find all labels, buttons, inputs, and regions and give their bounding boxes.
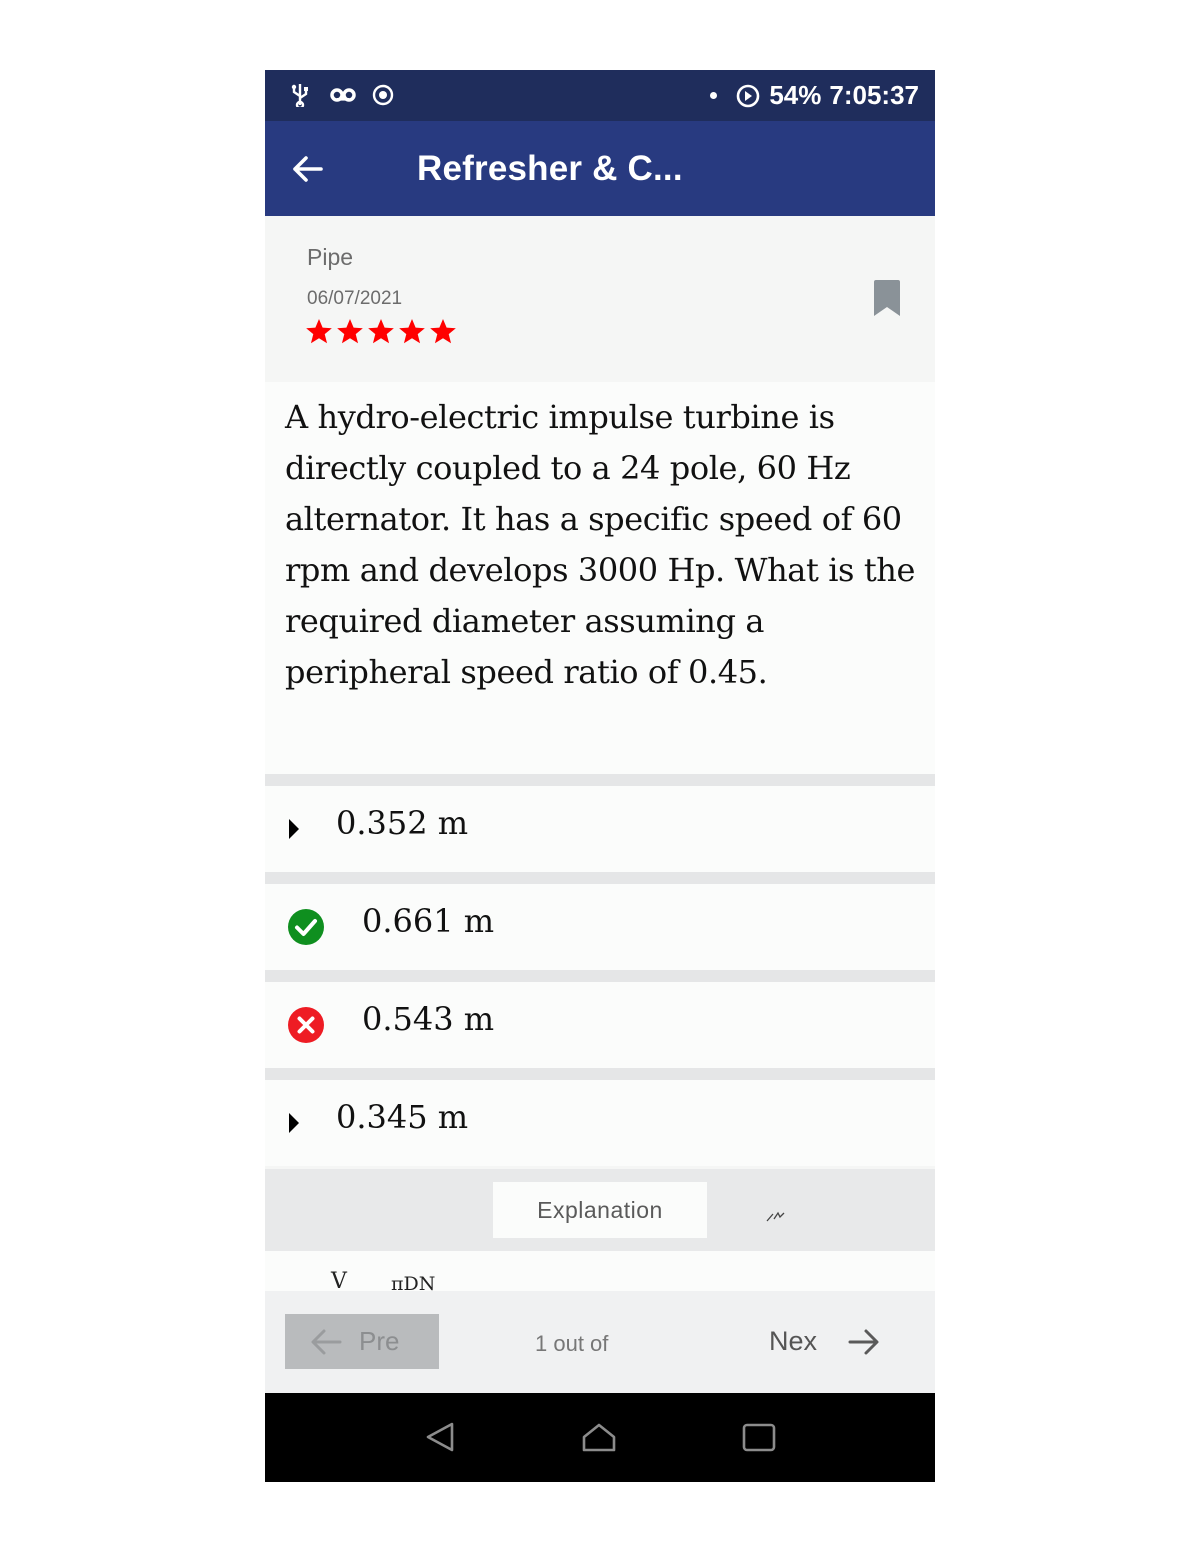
clock: 7:05:37 xyxy=(829,80,919,110)
x-circle-icon xyxy=(288,1007,324,1043)
formula-v: V xyxy=(331,1269,347,1291)
option-divider xyxy=(265,970,935,982)
question-card: A hydro-electric impulse turbine is dire… xyxy=(265,382,935,774)
star-icon xyxy=(430,319,456,344)
caret-right-icon xyxy=(289,819,299,839)
option-3[interactable]: 0.543 m xyxy=(265,982,935,1068)
option-2[interactable]: 0.661 m xyxy=(265,884,935,970)
question-meta: Pipe 06/07/2021 xyxy=(265,216,935,382)
page-counter: 1 out of xyxy=(535,1331,609,1356)
question-pager: Pre 1 out of Nex xyxy=(265,1291,935,1393)
pen-scribble-icon xyxy=(766,1211,785,1222)
phone-screen: 54% 7:05:37 Refresher & C... Pipe 06/07/… xyxy=(265,70,935,1482)
question-date: 06/07/2021 xyxy=(307,288,403,309)
back-arrow-icon[interactable] xyxy=(287,149,327,189)
option-1[interactable]: 0.352 m xyxy=(265,786,935,872)
nav-home-icon[interactable] xyxy=(581,1421,617,1453)
option-divider xyxy=(265,1068,935,1080)
check-circle-icon xyxy=(288,909,324,945)
option-divider xyxy=(265,774,935,786)
battery-percent: 54% xyxy=(769,80,822,110)
nav-back-icon[interactable] xyxy=(423,1421,459,1453)
page-title: Refresher & C... xyxy=(417,149,683,188)
previous-label: Pre xyxy=(359,1326,400,1356)
caret-right-icon xyxy=(289,1113,299,1133)
bookmark-icon[interactable] xyxy=(873,280,901,316)
option-2-text: 0.661 m xyxy=(362,902,495,940)
arrow-right-icon xyxy=(848,1329,879,1354)
explanation-strip: Explanation xyxy=(265,1169,935,1251)
status-right: 54% 7:05:37 xyxy=(710,70,919,121)
previous-button[interactable]: Pre xyxy=(285,1314,439,1369)
next-label: Nex xyxy=(769,1326,818,1356)
nav-recents-icon[interactable] xyxy=(741,1421,777,1453)
explanation-button[interactable]: Explanation xyxy=(493,1182,707,1238)
data-saver-icon xyxy=(737,84,760,107)
option-4-text: 0.345 m xyxy=(336,1098,469,1136)
star-icon xyxy=(306,319,332,344)
record-icon xyxy=(372,84,394,106)
option-1-text: 0.352 m xyxy=(336,804,469,842)
formula-pidn: πDN xyxy=(391,1273,436,1291)
next-button[interactable]: Nex xyxy=(753,1314,903,1369)
status-bar: 54% 7:05:37 xyxy=(265,70,935,121)
subject-label: Pipe xyxy=(307,244,354,270)
arrow-left-icon xyxy=(311,1329,342,1354)
star-icon xyxy=(399,319,425,344)
option-divider xyxy=(265,872,935,884)
star-icon xyxy=(368,319,394,344)
usb-icon xyxy=(291,84,308,107)
option-4[interactable]: 0.345 m xyxy=(265,1080,935,1166)
explanation-formula-peek: V πDN xyxy=(265,1251,935,1291)
star-rating xyxy=(305,318,457,345)
option-3-text: 0.543 m xyxy=(362,1000,495,1038)
voicemail-icon xyxy=(330,88,356,102)
star-icon xyxy=(337,319,363,344)
system-nav-bar xyxy=(265,1393,935,1482)
notification-dot xyxy=(710,92,718,99)
app-bar: Refresher & C... xyxy=(265,121,935,216)
question-text: A hydro-electric impulse turbine is dire… xyxy=(285,398,916,691)
